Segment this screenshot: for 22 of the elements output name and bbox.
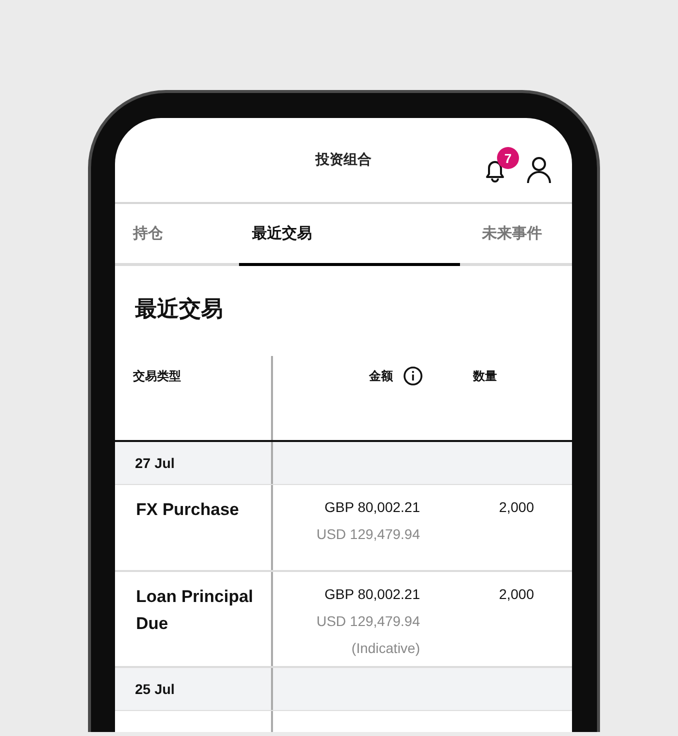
amount: GBP 80,002.21 [324, 499, 420, 515]
date-label: 25 Jul [135, 681, 175, 697]
converted-amount: USD 129,479.94 [316, 526, 420, 542]
quantity: 2,000 [498, 586, 534, 602]
quantity: 2,000 [498, 499, 534, 515]
column-header: 交易类型 [133, 368, 181, 385]
page-title: 投资组合 [316, 151, 372, 169]
column-header: 数量 [473, 368, 497, 385]
notification-badge: 7 [497, 147, 519, 169]
amount: GBP 80,002.21 [324, 586, 420, 602]
section-title: 最近交易 [134, 295, 224, 323]
date-label: 27 Jul [135, 455, 175, 471]
transaction-type: FX Purchase [136, 499, 240, 521]
converted-amount: USD 129,479.94 [316, 613, 420, 629]
info-icon[interactable] [403, 366, 423, 386]
tab[interactable]: 最近交易 [239, 204, 460, 266]
tab[interactable]: 未来事件 [460, 204, 572, 266]
column-header: 金额 [369, 368, 393, 385]
transaction-type: Loan Principal Due [136, 586, 254, 635]
tab[interactable]: 持仓 [115, 204, 239, 266]
user-icon[interactable] [526, 156, 552, 184]
amount-note: (Indicative) [352, 640, 420, 656]
